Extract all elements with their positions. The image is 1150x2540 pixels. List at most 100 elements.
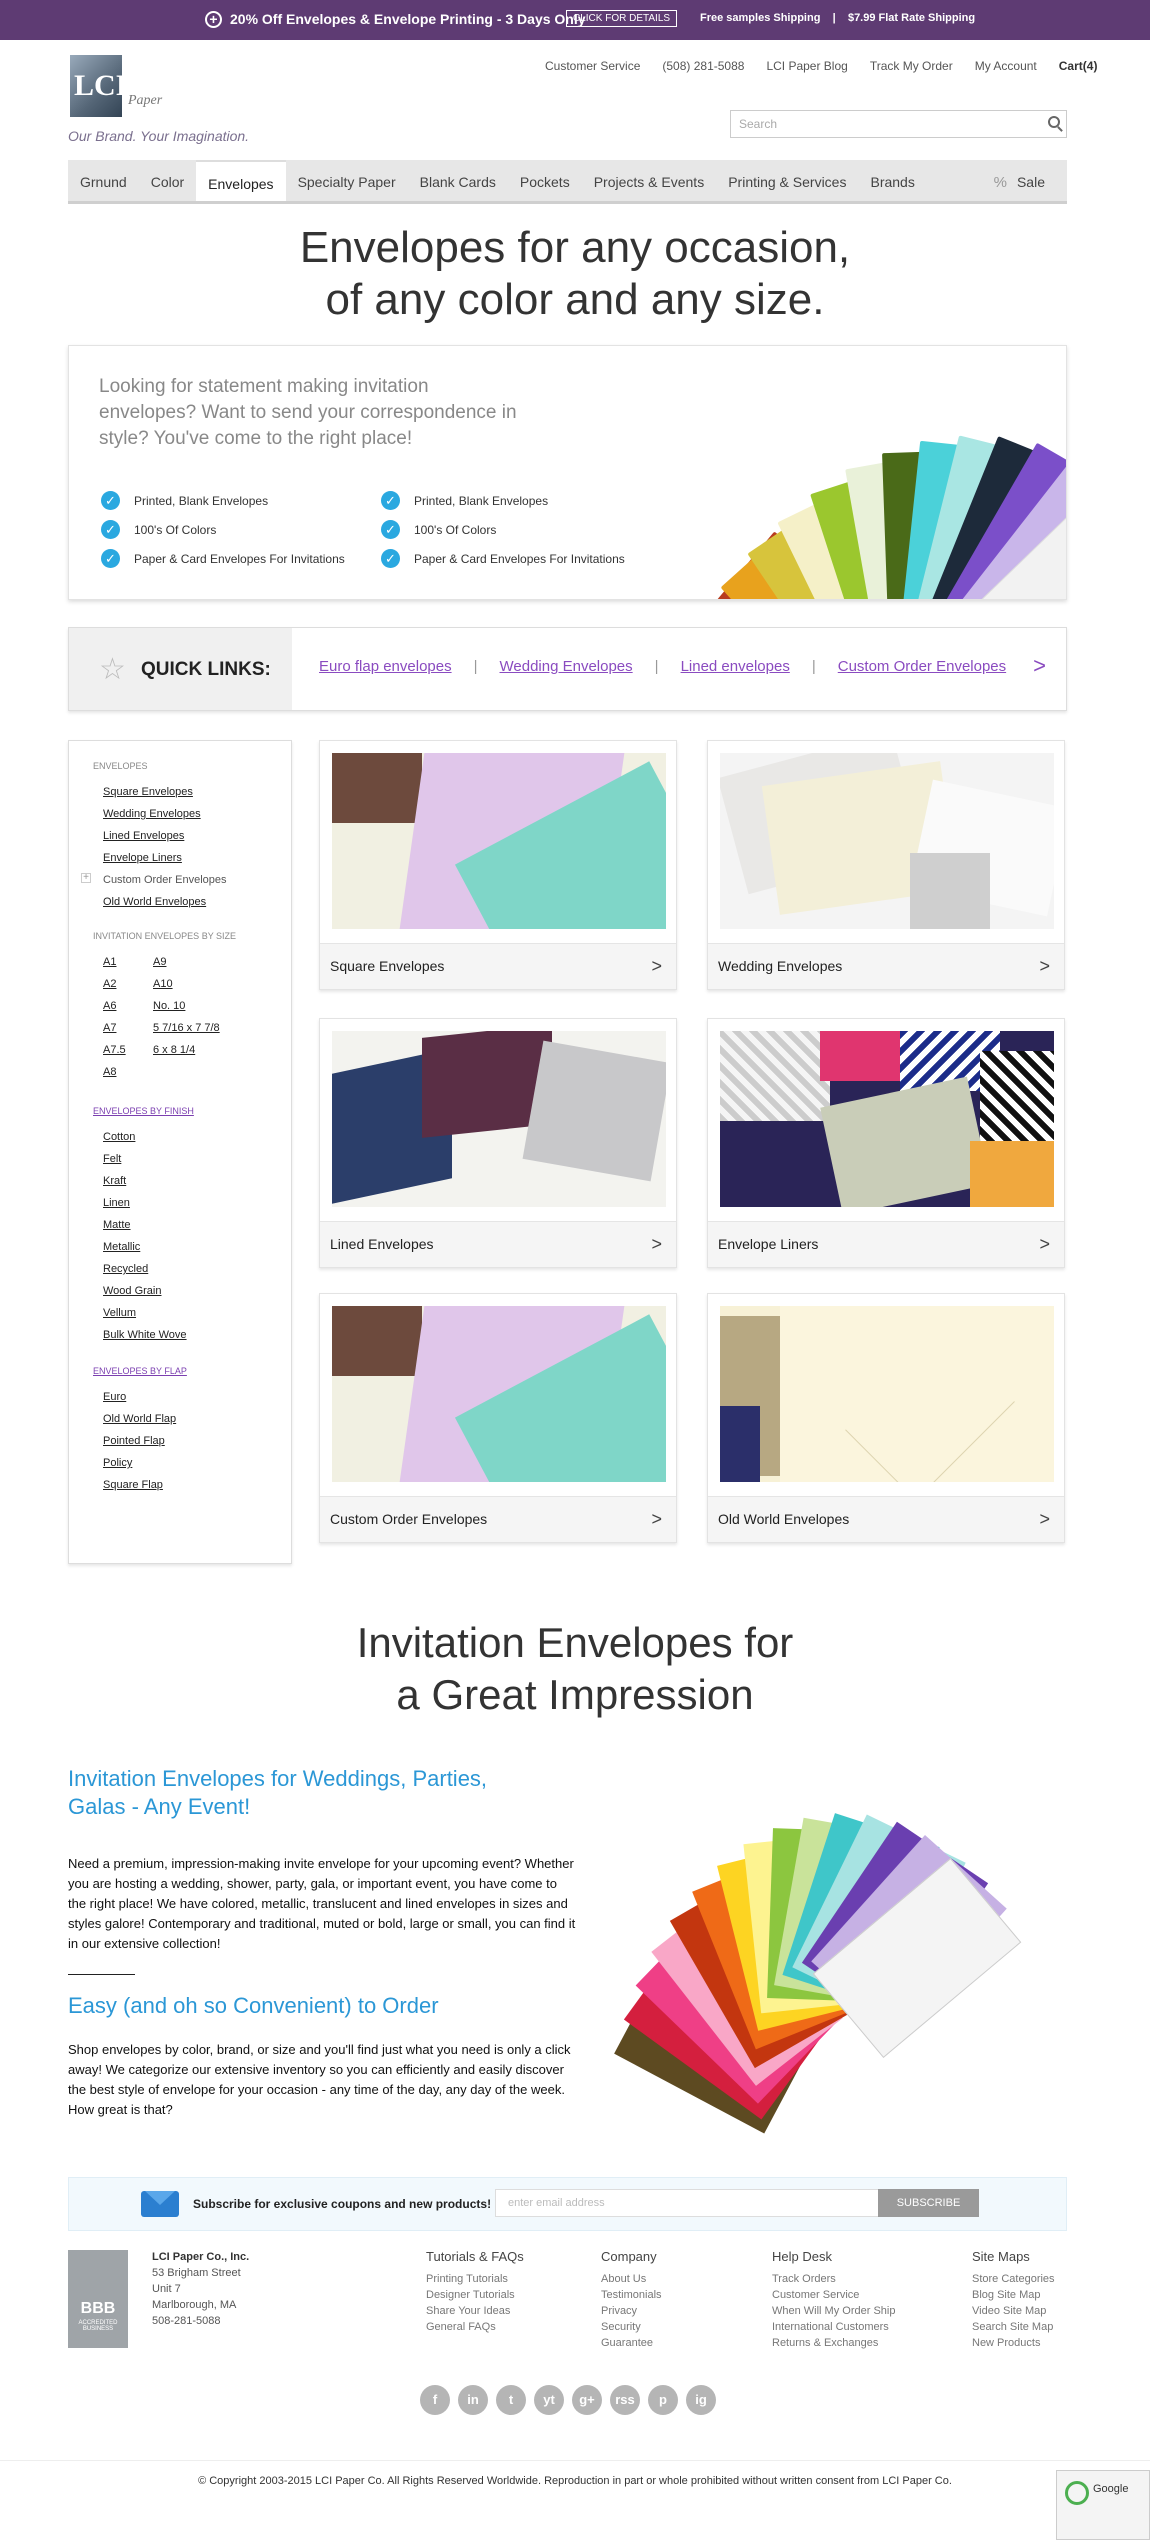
rss-icon[interactable]: rss — [610, 2385, 640, 2415]
footer-link[interactable]: Returns & Exchanges — [772, 2335, 895, 2351]
category-tile[interactable]: Wedding Envelopes > — [707, 740, 1065, 990]
twitter-icon[interactable]: t — [496, 2385, 526, 2415]
bbb-accredited-badge[interactable]: BBB ACCREDITED BUSINESS — [68, 2250, 128, 2348]
sidebar-heading[interactable]: ENVELOPES BY FLAP — [93, 1366, 187, 1376]
nav-item-pockets[interactable]: Pockets — [508, 160, 582, 201]
cart-link[interactable]: Cart(4) — [1059, 59, 1098, 73]
sidebar-item[interactable]: Square Envelopes — [103, 786, 193, 798]
finish-link[interactable]: Metallic — [103, 1241, 140, 1253]
youtube-icon[interactable]: yt — [534, 2385, 564, 2415]
content-heading: Easy (and oh so Convenient) to Order — [68, 1993, 439, 2018]
site-logo[interactable]: LCI Paper — [70, 55, 162, 117]
flap-link[interactable]: Square Flap — [103, 1479, 163, 1491]
sidebar-item[interactable]: Wedding Envelopes — [103, 808, 201, 820]
footer-link[interactable]: Share Your Ideas — [426, 2303, 524, 2319]
expand-icon[interactable]: + — [81, 873, 91, 883]
facebook-icon[interactable]: f — [420, 2385, 450, 2415]
nav-item-ground[interactable]: Grnund — [68, 160, 139, 201]
nav-item-projects-events[interactable]: Projects & Events — [582, 160, 717, 201]
flap-link[interactable]: Pointed Flap — [103, 1435, 165, 1447]
sidebar-item[interactable]: Custom Order Envelopes — [103, 874, 227, 886]
footer-link[interactable]: General FAQs — [426, 2319, 524, 2335]
sidebar-item[interactable]: Envelope Liners — [103, 852, 182, 864]
size-link[interactable]: A8 — [103, 1066, 116, 1078]
my-account-link[interactable]: My Account — [975, 59, 1037, 73]
nav-item-specialty-paper[interactable]: Specialty Paper — [286, 160, 408, 201]
footer-link[interactable]: Testimonials — [601, 2287, 662, 2303]
sidebar-item[interactable]: Lined Envelopes — [103, 830, 184, 842]
size-link[interactable]: A10 — [153, 978, 173, 990]
nav-item-color[interactable]: Color — [139, 160, 196, 201]
google-plus-icon[interactable]: g+ — [572, 2385, 602, 2415]
footer-link[interactable]: Printing Tutorials — [426, 2271, 524, 2287]
customer-service-link[interactable]: Customer Service — [545, 59, 640, 73]
finish-link[interactable]: Vellum — [103, 1307, 136, 1319]
flap-link[interactable]: Old World Flap — [103, 1413, 176, 1425]
finish-link[interactable]: Bulk White Wove — [103, 1329, 187, 1341]
pinterest-icon[interactable]: p — [648, 2385, 678, 2415]
finish-link[interactable]: Recycled — [103, 1263, 148, 1275]
search-input[interactable]: Search — [730, 110, 1067, 138]
footer-link[interactable]: Search Site Map — [972, 2319, 1055, 2335]
size-link[interactable]: A6 — [103, 1000, 116, 1012]
footer-link[interactable]: Track Orders — [772, 2271, 895, 2287]
footer-link[interactable]: Customer Service — [772, 2287, 895, 2303]
footer-link[interactable]: Blog Site Map — [972, 2287, 1055, 2303]
phone-link[interactable]: (508) 281-5088 — [662, 59, 744, 73]
finish-link[interactable]: Linen — [103, 1197, 130, 1209]
category-tile[interactable]: Custom Order Envelopes > — [319, 1293, 677, 1543]
size-link[interactable]: No. 10 — [153, 1000, 185, 1012]
nav-item-envelopes[interactable]: Envelopes — [196, 160, 286, 201]
nav-item-brands[interactable]: Brands — [858, 160, 926, 201]
finish-link[interactable]: Cotton — [103, 1131, 135, 1143]
category-tile[interactable]: Square Envelopes > — [319, 740, 677, 990]
size-link[interactable]: A1 — [103, 956, 116, 968]
nav-item-printing-services[interactable]: Printing & Services — [716, 160, 858, 201]
google-badge[interactable]: Google — [1056, 2470, 1150, 2540]
chevron-right-icon[interactable]: > — [1033, 653, 1046, 679]
quick-link-euro-flap[interactable]: Euro flap envelopes — [319, 658, 452, 675]
footer-link[interactable]: International Customers — [772, 2319, 895, 2335]
quick-link-wedding[interactable]: Wedding Envelopes — [500, 658, 633, 675]
footer-link[interactable]: Guarantee — [601, 2335, 662, 2351]
email-field[interactable]: enter email address — [495, 2189, 880, 2217]
finish-link[interactable]: Kraft — [103, 1175, 126, 1187]
category-tile[interactable]: Lined Envelopes > — [319, 1018, 677, 1268]
category-tile[interactable]: Old World Envelopes > — [707, 1293, 1065, 1543]
nav-item-blank-cards[interactable]: Blank Cards — [408, 160, 508, 201]
search-icon[interactable] — [1048, 116, 1060, 128]
size-link[interactable]: 5 7/16 x 7 7/8 — [153, 1022, 220, 1034]
footer-link[interactable]: New Products — [972, 2335, 1055, 2351]
plus-circle-icon[interactable]: + — [205, 11, 222, 28]
size-link[interactable]: A9 — [153, 956, 166, 968]
promo-text[interactable]: 20% Off Envelopes & Envelope Printing - … — [230, 11, 586, 27]
subscribe-button[interactable]: SUBSCRIBE — [878, 2189, 979, 2217]
sidebar-item[interactable]: Old World Envelopes — [103, 896, 206, 908]
footer-link[interactable]: Privacy — [601, 2303, 662, 2319]
instagram-icon[interactable]: ig — [686, 2385, 716, 2415]
size-link[interactable]: A7.5 — [103, 1044, 126, 1056]
track-order-link[interactable]: Track My Order — [870, 59, 953, 73]
footer-link[interactable]: Security — [601, 2319, 662, 2335]
quick-link-custom-order[interactable]: Custom Order Envelopes — [838, 658, 1006, 675]
blog-link[interactable]: LCI Paper Blog — [766, 59, 847, 73]
promo-details-button[interactable]: CLICK FOR DETAILS — [566, 10, 678, 27]
flap-link[interactable]: Policy — [103, 1457, 132, 1469]
linkedin-icon[interactable]: in — [458, 2385, 488, 2415]
size-link[interactable]: A7 — [103, 1022, 116, 1034]
footer-link[interactable]: Store Categories — [972, 2271, 1055, 2287]
footer-link[interactable]: About Us — [601, 2271, 662, 2287]
size-link[interactable]: 6 x 8 1/4 — [153, 1044, 195, 1056]
quick-link-lined[interactable]: Lined envelopes — [681, 658, 790, 675]
footer-link[interactable]: When Will My Order Ship — [772, 2303, 895, 2319]
footer-link[interactable]: Designer Tutorials — [426, 2287, 524, 2303]
finish-link[interactable]: Matte — [103, 1219, 131, 1231]
category-tile[interactable]: Envelope Liners > — [707, 1018, 1065, 1268]
finish-link[interactable]: Wood Grain — [103, 1285, 162, 1297]
finish-link[interactable]: Felt — [103, 1153, 121, 1165]
sidebar-heading[interactable]: ENVELOPES BY FINISH — [93, 1106, 194, 1116]
nav-item-sale[interactable]: % Sale — [982, 160, 1067, 201]
flap-link[interactable]: Euro — [103, 1391, 126, 1403]
size-link[interactable]: A2 — [103, 978, 116, 990]
footer-link[interactable]: Video Site Map — [972, 2303, 1055, 2319]
